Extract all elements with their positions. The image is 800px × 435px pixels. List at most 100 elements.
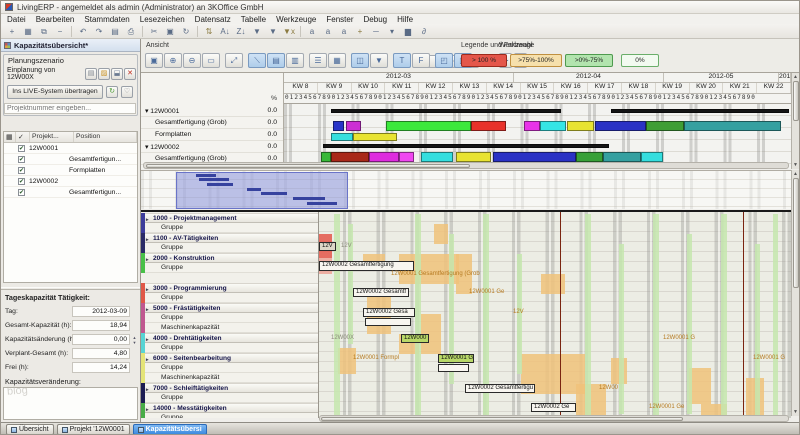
group-sub-row[interactable]: Gruppe [145, 313, 318, 323]
capacity-value[interactable]: 2012-03-09 [72, 306, 130, 317]
capacity-value[interactable]: 18,94 [72, 320, 130, 331]
menu-item-hilfe[interactable]: Hilfe [397, 15, 413, 24]
menu-item-datensatz[interactable]: Datensatz [195, 15, 231, 24]
tree-row[interactable]: ✔ Gesamtfertigun... [4, 187, 137, 198]
chart-mode-button[interactable]: ⤢ [225, 53, 243, 68]
transfer-refresh-icon[interactable]: ↻ [106, 85, 118, 98]
dropdown-icon[interactable]: ▾ [385, 25, 399, 37]
upper-gantt-row-label[interactable]: Gesamtfertigung (Grob) 0.0 [141, 117, 283, 129]
expand-all-button[interactable]: ◰ [435, 53, 453, 68]
capacity-value[interactable]: 14,24 [72, 362, 130, 373]
spinner-control[interactable]: ▲ ▼ [131, 335, 138, 345]
lower-horizontal-scrollbar-thumb[interactable] [321, 417, 683, 421]
gantt-bar[interactable] [524, 121, 540, 131]
remove-icon[interactable]: − [53, 25, 67, 37]
capacity-value[interactable]: 0,00 [72, 334, 130, 345]
gantt-bar[interactable] [346, 121, 361, 131]
row-checkbox[interactable]: ✔ [18, 166, 25, 174]
zoom-out-button[interactable]: ⊖ [183, 53, 201, 68]
taskbar-tab-kapazitätsübersi[interactable]: Kapazitätsübersi [132, 424, 207, 434]
menu-item-lesezeichen[interactable]: Lesezeichen [140, 15, 185, 24]
legend-75100[interactable]: >75%-100% [510, 54, 562, 67]
histogram-button[interactable]: ▥ [286, 53, 304, 68]
gantt-bar[interactable] [493, 152, 576, 162]
gantt-bar[interactable] [333, 121, 344, 131]
filter2-icon[interactable]: ▼ [266, 25, 280, 37]
cut-icon[interactable]: ✂ [147, 25, 161, 37]
scenario-page-icon[interactable]: ▤ [85, 67, 97, 80]
gantt-bar[interactable] [567, 121, 594, 131]
gantt-bar[interactable] [471, 121, 506, 131]
gantt-bar[interactable] [611, 109, 789, 113]
row-checkbox[interactable]: ✔ [18, 188, 25, 196]
group-row-1000[interactable]: ▸ 1000 - Projektmanagement [145, 213, 318, 223]
gantt-bar[interactable] [331, 133, 353, 141]
gantt-bar[interactable] [331, 109, 561, 113]
gantt-bar[interactable] [646, 121, 684, 131]
group-sub-row[interactable]: Gruppe [145, 293, 318, 303]
gantt-bar[interactable] [421, 152, 453, 162]
upper-gantt-row-label[interactable]: Formplatten 0.0 [141, 129, 283, 141]
attach-icon[interactable]: ∂ [417, 25, 431, 37]
filter1-icon[interactable]: ▼ [250, 25, 264, 37]
group-sub-row[interactable]: Maschinenkapazität [145, 373, 318, 383]
group-sub-row[interactable]: Gruppe [145, 263, 318, 273]
gantt-bar[interactable] [369, 152, 399, 162]
lower-vertical-scrollbar-thumb[interactable] [793, 178, 799, 288]
legend-100[interactable]: > 100 % [461, 54, 507, 67]
text-f-button[interactable]: F [412, 53, 430, 68]
transfer-fav-icon[interactable]: ♡ [121, 85, 133, 98]
font-med-icon[interactable]: a [321, 25, 335, 37]
upper-gantt-row-label[interactable]: ▾ 12W0001 0.0 [141, 105, 283, 117]
taskbar-tab-projekt-12w0001[interactable]: Projekt '12W0001 [56, 424, 130, 434]
gantt-bar[interactable] [641, 152, 663, 162]
gantt-bars-button[interactable]: ▤ [267, 53, 285, 68]
zoom-fit-button[interactable]: ▣ [145, 53, 163, 68]
group-row-14000[interactable]: ▸ 14000 - Messtätigkeiten [145, 403, 318, 413]
tree-row[interactable]: ✔ Gesamtfertigun... [4, 154, 137, 165]
paste-icon[interactable]: ▣ [163, 25, 177, 37]
transfer-live-button[interactable]: Ins LIVE-System übertragen [7, 84, 103, 99]
gantt-bar[interactable] [595, 121, 646, 131]
link-lines-button[interactable]: ⟍ [248, 53, 266, 68]
rows-normal-button[interactable]: ▦ [328, 53, 346, 68]
gantt-bar[interactable] [576, 152, 603, 162]
tree-row[interactable]: ✔ 12W0002 [4, 176, 137, 187]
gantt-bar[interactable] [321, 152, 331, 162]
lower-vertical-scrollbar[interactable]: ▲ ▼ [791, 170, 799, 416]
capacity-gantt-chart[interactable]: 12V 12W0002 Gesamtfertigung 12W0002 Gesamt… [319, 212, 791, 418]
task-bar-box[interactable]: 12W0002 Gesamtf [353, 288, 409, 297]
tree-header-position[interactable]: Position [74, 132, 137, 142]
scenario-open-folder-icon[interactable]: ▨ [98, 67, 110, 80]
group-row-1100[interactable]: ▸ 1100 - AV-Tätigkeiten [145, 233, 318, 243]
refresh-icon[interactable]: ↻ [179, 25, 193, 37]
group-sub-row[interactable]: Gruppe [145, 223, 318, 233]
group-row-2000[interactable]: ▸ 2000 - Konstruktion [145, 253, 318, 263]
group-row-7000[interactable]: ▸ 7000 - Schleiftätigkeiten [145, 383, 318, 393]
menu-item-werkzeuge[interactable]: Werkzeuge [276, 15, 316, 24]
task-bar-box[interactable] [438, 364, 469, 372]
gantt-bar[interactable] [331, 152, 369, 162]
font-big-icon[interactable]: a [337, 25, 351, 37]
sort-az-icon[interactable]: A↓ [218, 25, 232, 37]
grid-icon[interactable]: ▦ [21, 25, 35, 37]
menu-item-stammdaten[interactable]: Stammdaten [84, 15, 129, 24]
row-checkbox[interactable]: ✔ [18, 155, 25, 163]
tree-row[interactable]: ✔ Formplatten [4, 165, 137, 176]
lower-horizontal-scrollbar[interactable] [319, 415, 789, 422]
report-icon[interactable]: ▤ [108, 25, 122, 37]
zoom-select-button[interactable]: ▭ [202, 53, 220, 68]
taskbar-tab-übersicht[interactable]: Übersicht [6, 424, 54, 434]
zoom-in-button[interactable]: ⊕ [164, 53, 182, 68]
gantt-bar[interactable] [540, 121, 566, 131]
panel-tab-header[interactable]: Kapazitätsübersicht* [1, 39, 140, 52]
overview-band[interactable] [141, 170, 791, 209]
color-swatch-icon[interactable]: ▆ [401, 25, 415, 37]
menu-item-fenster[interactable]: Fenster [326, 15, 353, 24]
filter-clear-icon[interactable]: ▼x [282, 25, 296, 37]
task-bar-box[interactable]: 12W0001 G [438, 354, 474, 363]
menu-item-tabelle[interactable]: Tabelle [241, 15, 266, 24]
group-row-3000[interactable]: ▸ 3000 - Programmierung [145, 283, 318, 293]
line-icon[interactable]: ─ [369, 25, 383, 37]
upper-vertical-scrollbar[interactable]: ▲ ▼ [791, 73, 799, 169]
